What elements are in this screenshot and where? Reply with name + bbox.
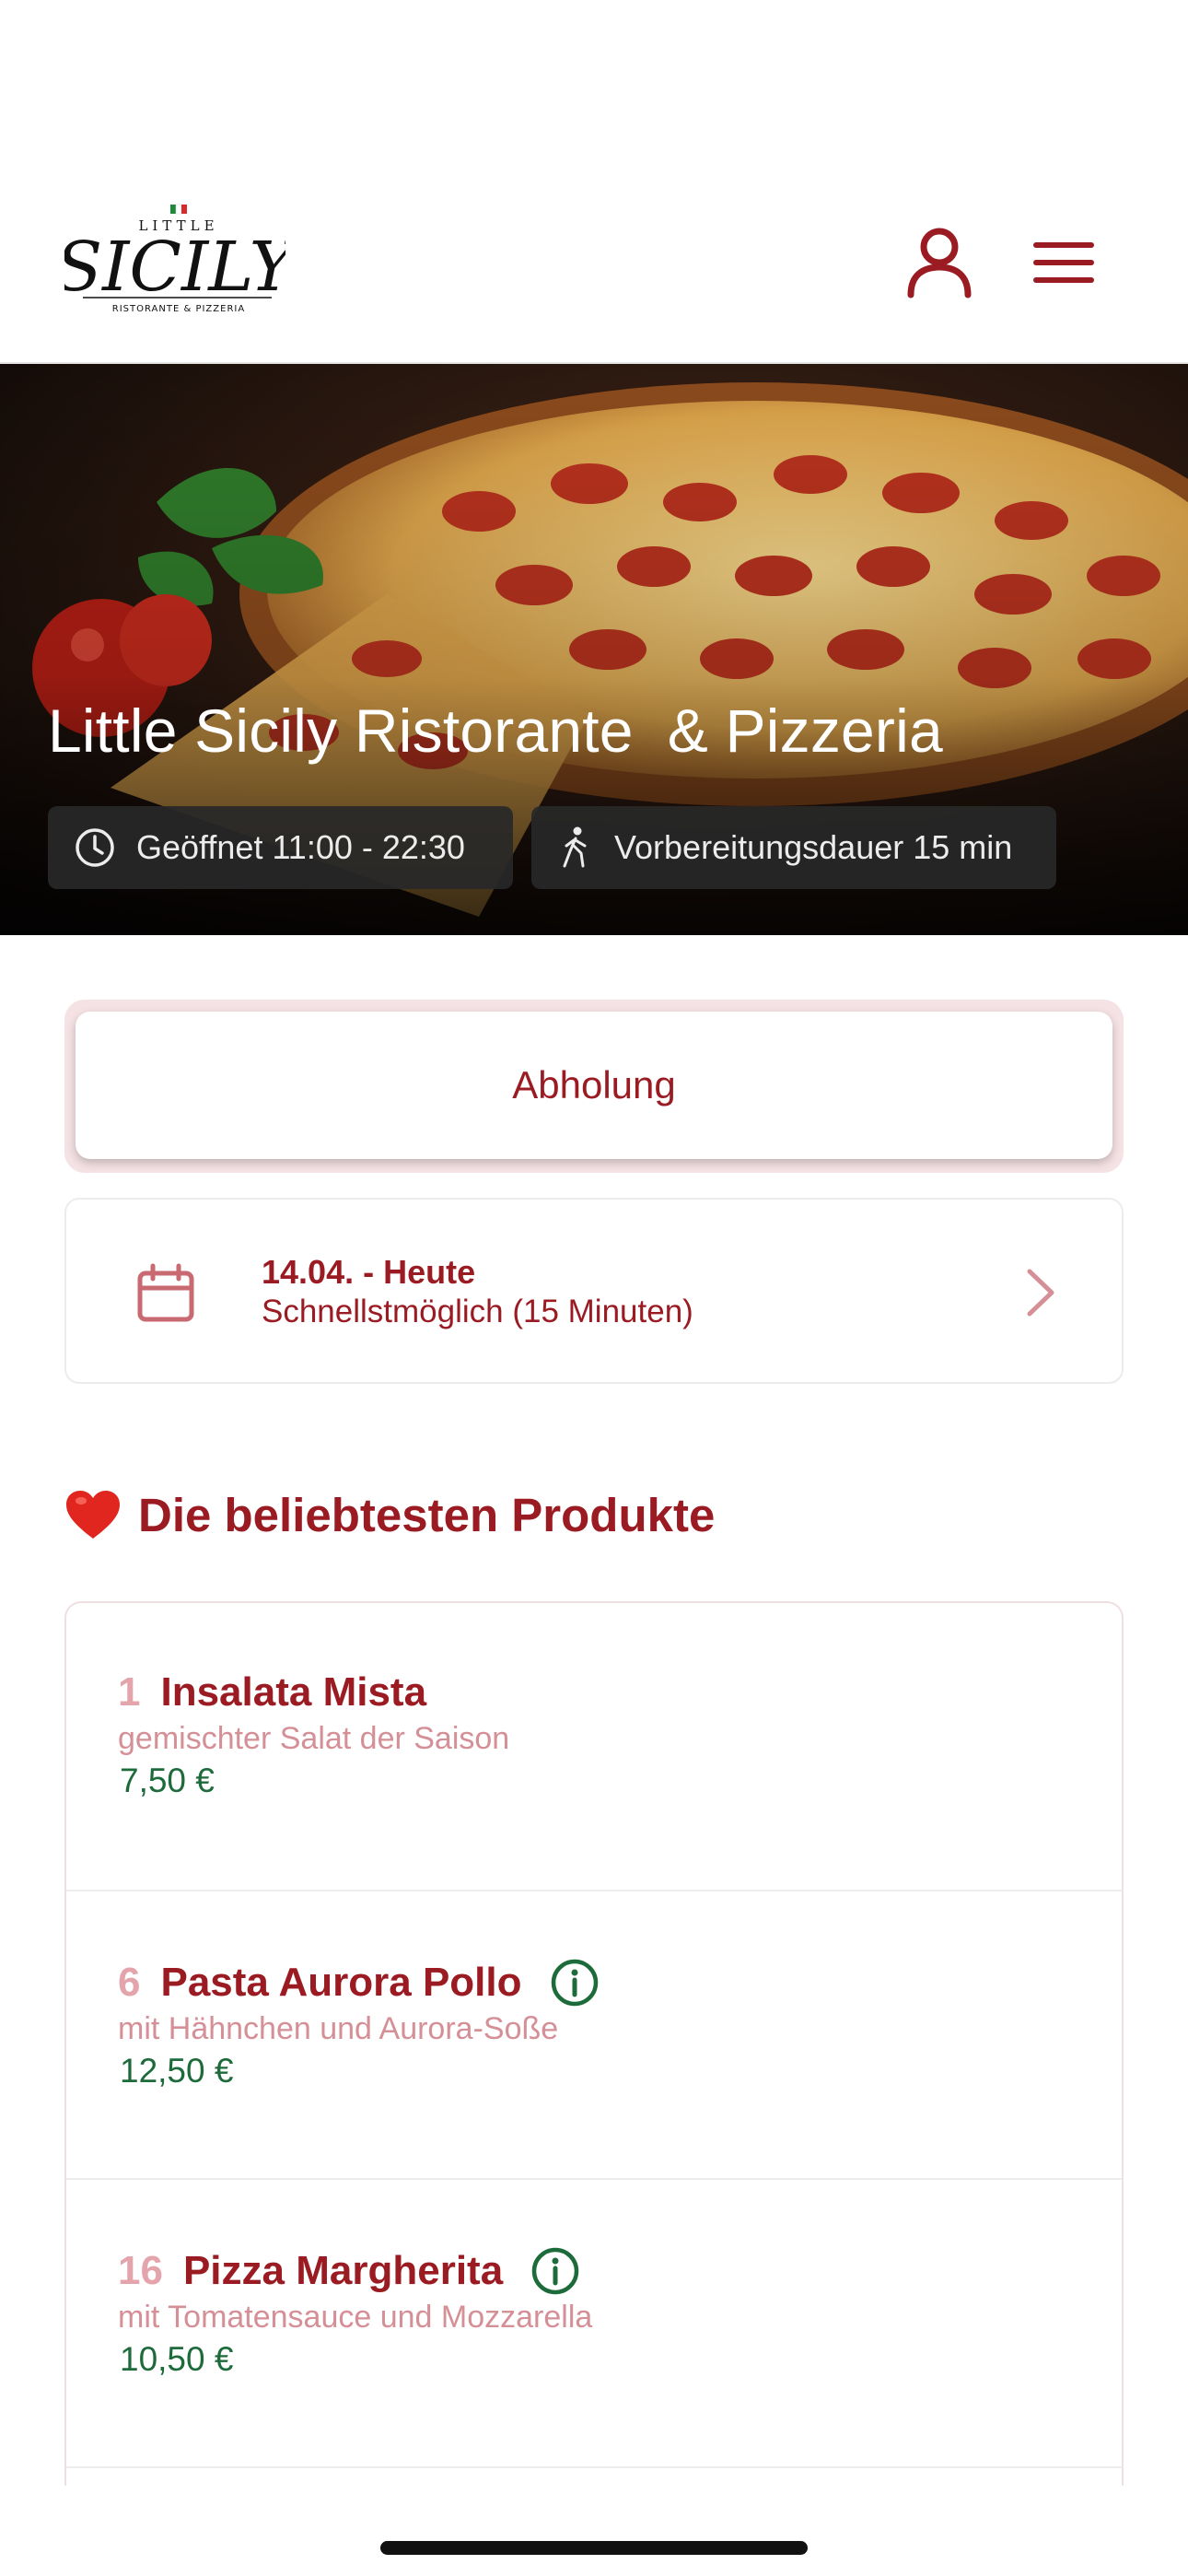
user-icon[interactable] — [898, 221, 981, 304]
menu-icon[interactable] — [1022, 221, 1105, 304]
info-icon[interactable] — [550, 1958, 600, 2008]
popular-products-heading: Die beliebtesten Produkte — [64, 1488, 715, 1542]
product-item[interactable]: 16 Pizza Margherita mit Tomatensauce und… — [66, 2180, 1122, 2468]
product-price: 12,50 € — [120, 2052, 234, 2090]
app-header: LITTLE SICILY RISTORANTE & PIZZERIA — [0, 0, 1188, 364]
heart-icon — [66, 1490, 120, 1539]
product-description: gemischter Salat der Saison — [118, 1721, 510, 1756]
product-name: Insalata Mista — [160, 1669, 427, 1715]
svg-text:SICILY: SICILY — [64, 228, 285, 307]
product-price: 7,50 € — [120, 1762, 215, 1799]
product-number: 6 — [118, 1960, 141, 2005]
restaurant-title: Little Sicily Ristorante & Pizzeria — [48, 697, 943, 765]
popular-products-list: 1 Insalata Mista gemischter Salat der Sa… — [64, 1601, 1124, 2486]
pickup-option[interactable]: Abholung — [76, 1012, 1112, 1159]
product-item[interactable]: 1 Insalata Mista gemischter Salat der Sa… — [66, 1603, 1122, 1891]
product-item[interactable]: 6 Pasta Aurora Pollo mit Hähnchen und Au… — [66, 1891, 1122, 2180]
product-description: mit Tomatensauce und Mozzarella — [118, 2300, 593, 2335]
home-indicator[interactable] — [380, 2541, 808, 2555]
product-number: 16 — [118, 2248, 163, 2293]
product-number: 1 — [118, 1669, 141, 1715]
chevron-right-icon — [1027, 1269, 1054, 1317]
info-icon[interactable] — [530, 2246, 580, 2296]
pickup-date: 14.04. - Heute — [262, 1253, 476, 1291]
product-price: 10,50 € — [120, 2340, 234, 2378]
walking-icon — [563, 826, 587, 868]
product-name: Pasta Aurora Pollo — [160, 1960, 522, 2005]
prep-time-badge: Vorbereitungsdauer 15 min — [531, 806, 1056, 889]
clock-icon — [76, 828, 114, 867]
opening-hours-badge: Geöffnet 11:00 - 22:30 — [48, 806, 513, 889]
opening-hours-text: Geöffnet 11:00 - 22:30 — [136, 828, 465, 866]
svg-text:RISTORANTE & PIZZERIA: RISTORANTE & PIZZERIA — [112, 304, 245, 314]
product-name: Pizza Margherita — [182, 2248, 504, 2293]
pickup-time: Schnellstmöglich (15 Minuten) — [262, 1294, 693, 1329]
prep-time-text: Vorbereitungsdauer 15 min — [614, 828, 1013, 866]
restaurant-logo[interactable]: LITTLE SICILY RISTORANTE & PIZZERIA — [55, 203, 300, 318]
product-description: mit Hähnchen und Aurora-Soße — [118, 2011, 559, 2046]
calendar-icon — [137, 1263, 194, 1322]
pickup-time-selector[interactable]: 14.04. - Heute Schnellstmöglich (15 Minu… — [64, 1198, 1124, 1384]
popular-products-title: Die beliebtesten Produkte — [138, 1489, 716, 1541]
